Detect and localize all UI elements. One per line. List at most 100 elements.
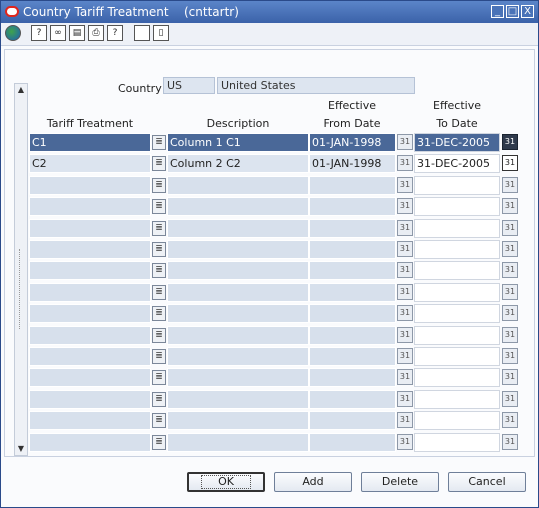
calendar-icon[interactable]: 31	[502, 284, 518, 300]
minimize-button[interactable]: _	[491, 5, 504, 18]
description-cell[interactable]	[167, 347, 309, 366]
description-cell[interactable]	[167, 219, 309, 238]
calendar-icon[interactable]: 31	[397, 412, 413, 428]
effective-from-cell[interactable]	[309, 176, 396, 195]
editor-icon[interactable]: ≣	[152, 370, 166, 385]
effective-to-cell[interactable]	[414, 326, 500, 345]
tariff-treatment-cell[interactable]: C2	[29, 154, 151, 173]
calendar-icon[interactable]: 31	[502, 134, 518, 150]
document-icon[interactable]: ▯	[153, 25, 169, 41]
effective-to-cell[interactable]	[414, 433, 500, 452]
tariff-treatment-cell[interactable]	[29, 433, 151, 452]
effective-from-cell[interactable]: 01-JAN-1998	[309, 154, 396, 173]
tariff-treatment-cell[interactable]	[29, 219, 151, 238]
tariff-treatment-cell[interactable]	[29, 326, 151, 345]
editor-icon[interactable]: ≣	[152, 328, 166, 343]
editor-icon[interactable]: ≣	[152, 306, 166, 321]
editor-icon[interactable]: ≣	[152, 178, 166, 193]
tariff-treatment-cell[interactable]: C1	[29, 133, 151, 152]
calendar-icon[interactable]: 31	[397, 348, 413, 364]
tariff-treatment-cell[interactable]	[29, 368, 151, 387]
calendar-icon[interactable]: 31	[502, 305, 518, 321]
calendar-icon[interactable]: 31	[502, 220, 518, 236]
tariff-treatment-cell[interactable]	[29, 411, 151, 430]
cancel-button[interactable]: Cancel	[448, 472, 526, 492]
scroll-grip[interactable]	[19, 249, 23, 329]
tariff-treatment-cell[interactable]	[29, 240, 151, 259]
description-cell[interactable]	[167, 176, 309, 195]
tariff-treatment-cell[interactable]	[29, 347, 151, 366]
vertical-scrollbar[interactable]: ▲ ▼	[14, 83, 28, 456]
effective-from-cell[interactable]	[309, 240, 396, 259]
description-cell[interactable]	[167, 304, 309, 323]
add-button[interactable]: Add	[274, 472, 352, 492]
effective-from-cell[interactable]	[309, 326, 396, 345]
calendar-icon[interactable]: 31	[502, 391, 518, 407]
description-cell[interactable]	[167, 411, 309, 430]
effective-from-cell[interactable]: 01-JAN-1998	[309, 133, 396, 152]
calendar-icon[interactable]: 31	[502, 412, 518, 428]
calendar-icon[interactable]: 31	[397, 369, 413, 385]
calendar-icon[interactable]: 31	[397, 134, 413, 150]
tariff-treatment-cell[interactable]	[29, 261, 151, 280]
description-cell[interactable]	[167, 240, 309, 259]
effective-from-cell[interactable]	[309, 347, 396, 366]
calendar-icon[interactable]: 31	[397, 305, 413, 321]
delete-button[interactable]: Delete	[361, 472, 439, 492]
description-cell[interactable]	[167, 368, 309, 387]
blank-icon[interactable]	[134, 25, 150, 41]
calendar-icon[interactable]: 31	[397, 177, 413, 193]
description-cell[interactable]	[167, 197, 309, 216]
close-button[interactable]: X	[521, 5, 534, 18]
effective-from-cell[interactable]	[309, 304, 396, 323]
calendar-icon[interactable]: 31	[502, 198, 518, 214]
effective-to-cell[interactable]	[414, 411, 500, 430]
calendar-icon[interactable]: 31	[397, 198, 413, 214]
calendar-icon[interactable]: 31	[502, 369, 518, 385]
ok-button[interactable]: OK	[187, 472, 265, 492]
editor-icon[interactable]: ≣	[152, 221, 166, 236]
editor-icon[interactable]: ≣	[152, 413, 166, 428]
effective-from-cell[interactable]	[309, 197, 396, 216]
description-cell[interactable]: Column 1 C1	[167, 133, 309, 152]
description-cell[interactable]	[167, 433, 309, 452]
question-icon[interactable]: ?	[107, 25, 123, 41]
calendar-icon[interactable]: 31	[502, 177, 518, 193]
tariff-treatment-cell[interactable]	[29, 197, 151, 216]
notes-icon[interactable]: ▤	[69, 25, 85, 41]
effective-to-cell[interactable]	[414, 283, 500, 302]
calendar-icon[interactable]: 31	[397, 434, 413, 450]
editor-icon[interactable]: ≣	[152, 199, 166, 214]
effective-to-cell[interactable]	[414, 347, 500, 366]
scroll-down-icon[interactable]: ▼	[15, 443, 27, 455]
tariff-treatment-cell[interactable]	[29, 390, 151, 409]
print-icon[interactable]: ⎙	[88, 25, 104, 41]
tariff-treatment-cell[interactable]	[29, 304, 151, 323]
maximize-button[interactable]: □	[506, 5, 519, 18]
effective-to-cell[interactable]	[414, 304, 500, 323]
editor-icon[interactable]: ≣	[152, 263, 166, 278]
calendar-icon[interactable]: 31	[397, 391, 413, 407]
binoculars-icon[interactable]: ∞	[50, 25, 66, 41]
editor-icon[interactable]: ≣	[152, 285, 166, 300]
effective-from-cell[interactable]	[309, 411, 396, 430]
calendar-icon[interactable]: 31	[397, 284, 413, 300]
effective-to-cell[interactable]: 31-DEC-2005	[414, 133, 500, 152]
tariff-treatment-cell[interactable]	[29, 283, 151, 302]
editor-icon[interactable]: ≣	[152, 349, 166, 364]
effective-from-cell[interactable]	[309, 390, 396, 409]
effective-to-cell[interactable]	[414, 261, 500, 280]
effective-from-cell[interactable]	[309, 219, 396, 238]
editor-icon[interactable]: ≣	[152, 392, 166, 407]
editor-icon[interactable]: ≣	[152, 242, 166, 257]
calendar-icon[interactable]: 31	[502, 241, 518, 257]
effective-to-cell[interactable]: 31-DEC-2005	[414, 154, 500, 173]
effective-to-cell[interactable]	[414, 219, 500, 238]
calendar-icon[interactable]: 31	[397, 262, 413, 278]
effective-to-cell[interactable]	[414, 240, 500, 259]
help-icon[interactable]: ?	[31, 25, 47, 41]
effective-to-cell[interactable]	[414, 176, 500, 195]
calendar-icon[interactable]: 31	[502, 155, 518, 171]
description-cell[interactable]: Column 2 C2	[167, 154, 309, 173]
description-cell[interactable]	[167, 326, 309, 345]
